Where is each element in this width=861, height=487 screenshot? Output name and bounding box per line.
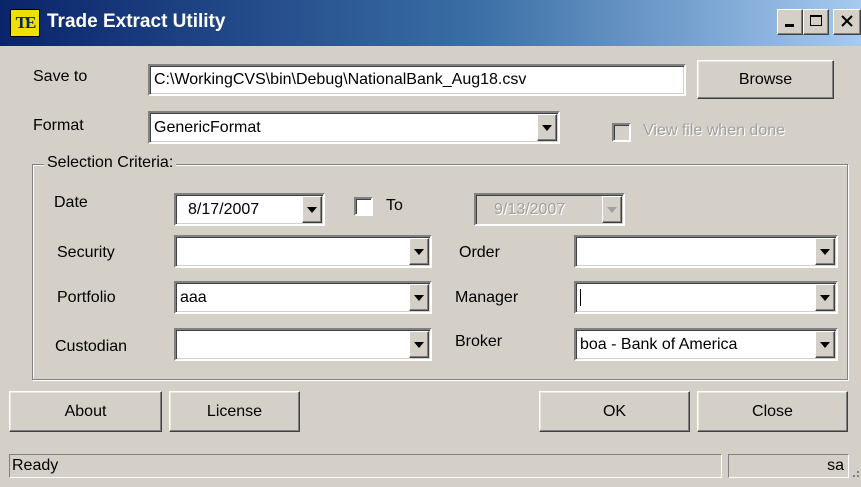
chevron-down-icon[interactable]	[815, 284, 835, 311]
chevron-down-icon[interactable]	[537, 114, 557, 141]
portfolio-label: Portfolio	[57, 289, 116, 306]
maximize-button[interactable]	[803, 9, 829, 35]
broker-label: Broker	[455, 333, 503, 350]
about-button[interactable]: About	[9, 391, 162, 432]
security-select[interactable]	[174, 235, 432, 268]
app-icon: TE	[10, 9, 40, 37]
close-icon	[841, 15, 853, 27]
format-value: GenericFormat	[154, 118, 261, 136]
save-to-input[interactable]: C:\WorkingCVS\bin\Debug\NationalBank_Aug…	[148, 64, 686, 96]
broker-select[interactable]: boa - Bank of America	[574, 328, 838, 361]
calendar-dropdown-icon[interactable]	[602, 196, 622, 223]
close-button[interactable]: Close	[697, 391, 848, 432]
security-label: Security	[57, 244, 115, 261]
chevron-down-icon[interactable]	[409, 284, 429, 311]
view-file-label: View file when done	[643, 122, 786, 139]
date-from-value: 8/17/2007	[188, 200, 260, 218]
date-to-value: 9/13/2007	[494, 200, 566, 218]
minimize-button[interactable]	[777, 9, 803, 35]
status-user: sa	[728, 454, 849, 478]
text-cursor	[580, 289, 581, 306]
chevron-down-icon[interactable]	[409, 238, 429, 265]
custodian-select[interactable]	[174, 328, 432, 361]
view-file-checkbox[interactable]	[612, 123, 631, 142]
resize-grip-icon[interactable]	[850, 466, 860, 478]
broker-value: boa - Bank of America	[580, 335, 738, 353]
chevron-down-icon[interactable]	[815, 331, 835, 358]
window-title: Trade Extract Utility	[47, 11, 226, 32]
date-label: Date	[54, 194, 88, 211]
selection-criteria-title: Selection Criteria:	[44, 153, 177, 173]
format-label: Format	[33, 117, 84, 134]
portfolio-select[interactable]: aaa	[174, 281, 432, 314]
chevron-down-icon[interactable]	[409, 331, 429, 358]
status-text: Ready	[9, 454, 722, 478]
manager-select[interactable]	[574, 281, 838, 314]
ok-button[interactable]: OK	[539, 391, 690, 432]
order-label: Order	[459, 244, 500, 261]
save-to-value: C:\WorkingCVS\bin\Debug\NationalBank_Aug…	[154, 71, 527, 88]
save-to-label: Save to	[33, 68, 88, 85]
chevron-down-icon[interactable]	[815, 238, 835, 265]
browse-button[interactable]: Browse	[697, 60, 834, 99]
maximize-icon	[810, 15, 822, 26]
format-select[interactable]: GenericFormat	[148, 111, 560, 144]
minimize-icon	[785, 24, 794, 27]
close-window-button[interactable]	[833, 9, 861, 35]
to-checkbox[interactable]	[354, 197, 373, 216]
calendar-dropdown-icon[interactable]	[302, 196, 322, 223]
order-select[interactable]	[574, 235, 838, 268]
license-button[interactable]: License	[169, 391, 300, 432]
date-from-picker[interactable]: 8/17/2007	[174, 193, 325, 226]
to-label: To	[386, 197, 403, 214]
custodian-label: Custodian	[55, 338, 128, 355]
manager-label: Manager	[455, 289, 519, 306]
portfolio-value: aaa	[180, 288, 207, 306]
date-to-picker[interactable]: 9/13/2007	[474, 193, 625, 226]
